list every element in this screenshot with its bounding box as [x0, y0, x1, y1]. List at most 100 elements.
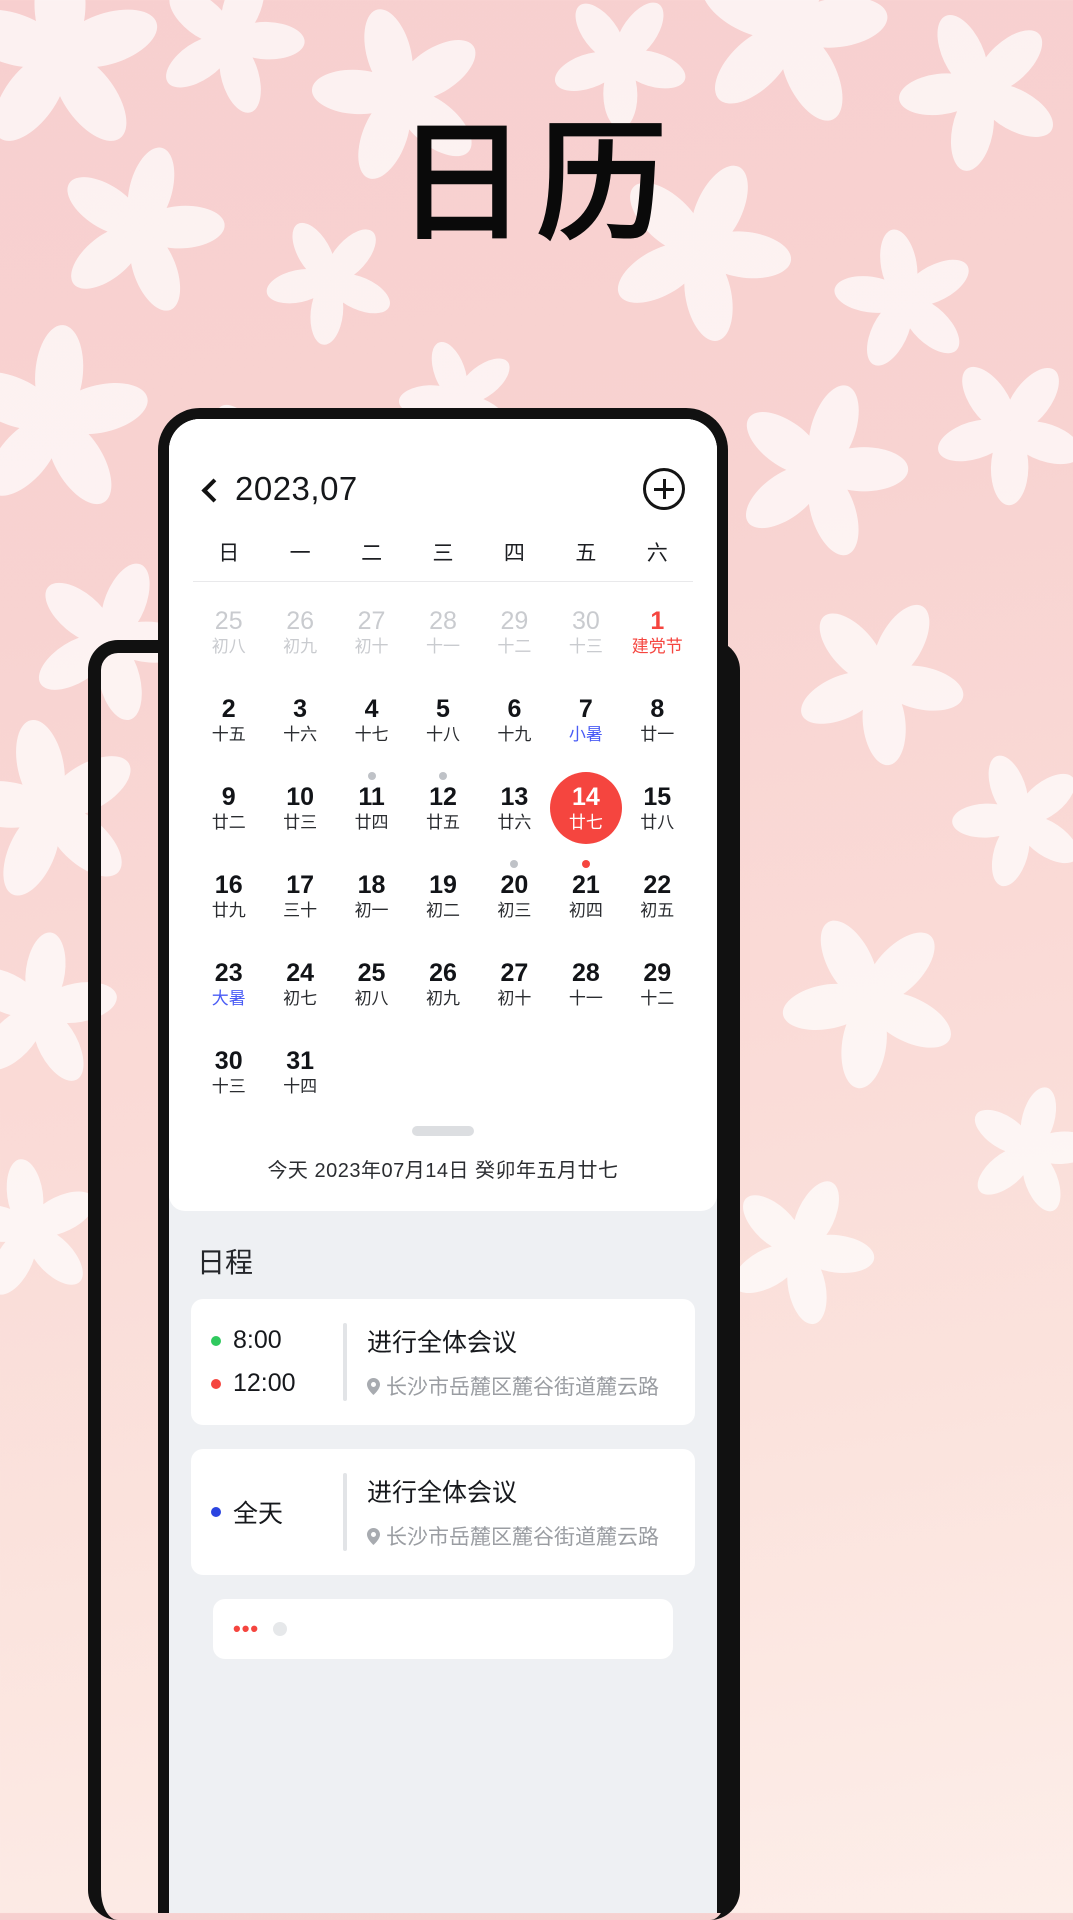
calendar-day-cell[interactable]: 18 初一: [336, 852, 407, 940]
calendar-day-cell[interactable]: 28 十一: [407, 588, 478, 676]
calendar-day-cell[interactable]: 14 廿七: [549, 764, 622, 852]
day-lunar-label: 十一: [425, 637, 460, 656]
day-number: 28: [571, 959, 600, 987]
schedule-title: 日程: [197, 1247, 254, 1278]
day-number: 20: [500, 871, 529, 899]
day-number: 2: [221, 695, 236, 723]
weekday-thu: 四: [503, 542, 525, 565]
event-time-label: 全天: [233, 1500, 284, 1528]
calendar-day-cell[interactable]: 12 廿五: [407, 764, 478, 852]
calendar-day-cell[interactable]: 30 十三: [193, 1028, 264, 1116]
event-time-dot-icon: [211, 1335, 221, 1346]
page-title: 日历: [396, 107, 677, 259]
event-location-text: 长沙市岳麓区麓谷街道麓云路: [386, 1526, 659, 1549]
day-lunar-label: 初一: [354, 901, 389, 920]
event-time-label: 8:00: [233, 1326, 282, 1354]
event-marker-dot: [438, 772, 447, 780]
calendar-day-cell[interactable]: 25 初八: [336, 940, 407, 1028]
weekday-wed: 三: [432, 542, 454, 565]
calendar-day-cell[interactable]: 29 十二: [479, 588, 550, 676]
event-marker-dot: [367, 772, 376, 780]
event-divider: [343, 1473, 347, 1551]
day-lunar-label: 十三: [211, 1077, 246, 1096]
calendar-day-cell[interactable]: 26 初九: [407, 940, 478, 1028]
day-lunar-label: 十六: [283, 725, 318, 744]
chevron-left-icon[interactable]: [199, 478, 221, 500]
phone-mockup: 2023,07 日 一 二 三 四 五 六 25 初八 26 初九 27 初十 28 十一 29…: [158, 408, 728, 1913]
calendar-day-cell[interactable]: 1 建党节: [622, 588, 693, 676]
day-number: 18: [357, 871, 386, 899]
calendar-day-cell[interactable]: 5 十八: [407, 676, 478, 764]
event-divider: [343, 1323, 347, 1401]
calendar-day-cell[interactable]: 28 十一: [550, 940, 621, 1028]
calendar-week-row: 2 十五 3 十六 4 十七 5 十八 6 十九 7 小暑 8 廿一: [193, 676, 693, 764]
calendar-day-cell[interactable]: 31 十四: [264, 1028, 335, 1116]
calendar-day-cell[interactable]: 6 十九: [479, 676, 550, 764]
day-number: 7: [578, 695, 593, 723]
event-title: 进行全体会议: [367, 1329, 518, 1357]
event-time-dot-icon: [211, 1378, 221, 1389]
calendar-day-cell[interactable]: 19 初二: [407, 852, 478, 940]
day-number: 3: [293, 695, 308, 723]
calendar-day-cell[interactable]: 27 初十: [479, 940, 550, 1028]
day-lunar-label: 十七: [354, 725, 389, 744]
calendar-day-cell[interactable]: 26 初九: [264, 588, 335, 676]
calendar-day-cell[interactable]: 7 小暑: [550, 676, 621, 764]
calendar-day-cell[interactable]: 17 三十: [264, 852, 335, 940]
event-card[interactable]: 全天 进行全体会议长沙市岳麓区麓谷街道麓云路: [191, 1449, 695, 1575]
calendar-day-cell[interactable]: 11 廿四: [336, 764, 407, 852]
day-lunar-label: 廿五: [425, 813, 460, 832]
calendar-day-empty: [336, 1028, 407, 1116]
event-title: 进行全体会议: [367, 1479, 518, 1507]
schedule-section: 日程 8:00 12:00 进行全体会议 长沙市岳麓区麓谷街道麓云路全天 进行全体会议长…: [169, 1211, 717, 1659]
event-marker-dot: [510, 860, 519, 868]
calendar-day-cell[interactable]: 20 初三: [479, 852, 550, 940]
day-number: 26: [429, 959, 457, 987]
calendar-week-row: 16 廿九 17 三十 18 初一 19 初二 20 初三 21 初四 22 初五: [193, 852, 693, 940]
day-number: 23: [214, 959, 243, 987]
day-number: 29: [500, 607, 529, 635]
day-number: 11: [358, 783, 385, 811]
calendar-day-cell[interactable]: 15 廿八: [622, 764, 693, 852]
day-lunar-label: 初二: [425, 901, 460, 920]
calendar-day-empty: [622, 1028, 693, 1116]
day-lunar-label: 十二: [497, 637, 532, 656]
calendar-day-cell[interactable]: 10 廿三: [264, 764, 335, 852]
day-lunar-label: 廿八: [640, 813, 675, 832]
calendar-day-cell[interactable]: 27 初十: [336, 588, 407, 676]
calendar-day-cell[interactable]: 23 大暑: [193, 940, 264, 1028]
plus-circle-icon[interactable]: [643, 468, 685, 510]
calendar-day-cell[interactable]: 16 廿九: [193, 852, 264, 940]
calendar-day-cell[interactable]: 2 十五: [193, 676, 264, 764]
day-lunar-label: 初四: [568, 901, 603, 920]
calendar-day-cell[interactable]: 3 十六: [264, 676, 335, 764]
day-lunar-label: 廿二: [211, 813, 246, 832]
calendar-day-empty: [479, 1028, 550, 1116]
day-lunar-label: 初七: [283, 989, 318, 1008]
calendar-day-cell[interactable]: 22 初五: [622, 852, 693, 940]
sheet-drag-handle[interactable]: [412, 1126, 474, 1136]
peek-placeholder-icon: [273, 1622, 288, 1636]
calendar-card: 2023,07 日 一 二 三 四 五 六 25 初八 26 初九 27 初十 28 十一 29…: [169, 419, 717, 1211]
day-number: 15: [643, 783, 672, 811]
calendar-day-cell[interactable]: 30 十三: [550, 588, 621, 676]
calendar-day-cell[interactable]: 24 初七: [264, 940, 335, 1028]
peek-card[interactable]: •••: [213, 1599, 673, 1659]
event-time-row: 全天: [211, 1494, 343, 1530]
calendar-day-cell[interactable]: 25 初八: [193, 588, 264, 676]
calendar-day-cell[interactable]: 29 十二: [622, 940, 693, 1028]
day-number: 4: [364, 695, 379, 723]
day-number: 21: [571, 871, 600, 899]
calendar-day-cell[interactable]: 21 初四: [550, 852, 621, 940]
day-number: 13: [500, 783, 529, 811]
calendar-week-row: 9 廿二 10 廿三 11 廿四 12 廿五 13 廿六 14 廿七 15 廿八: [193, 764, 693, 852]
today-summary: 今天 2023年07月14日 癸卯年五月廿七: [267, 1160, 619, 1182]
calendar-day-cell[interactable]: 8 廿一: [622, 676, 693, 764]
day-number: 14: [571, 783, 600, 811]
day-number: 10: [286, 783, 315, 811]
event-card[interactable]: 8:00 12:00 进行全体会议 长沙市岳麓区麓谷街道麓云路: [191, 1299, 695, 1425]
calendar-day-cell[interactable]: 13 廿六: [479, 764, 550, 852]
calendar-day-cell[interactable]: 9 廿二: [193, 764, 264, 852]
month-label[interactable]: 2023,07: [235, 470, 358, 508]
calendar-day-cell[interactable]: 4 十七: [336, 676, 407, 764]
